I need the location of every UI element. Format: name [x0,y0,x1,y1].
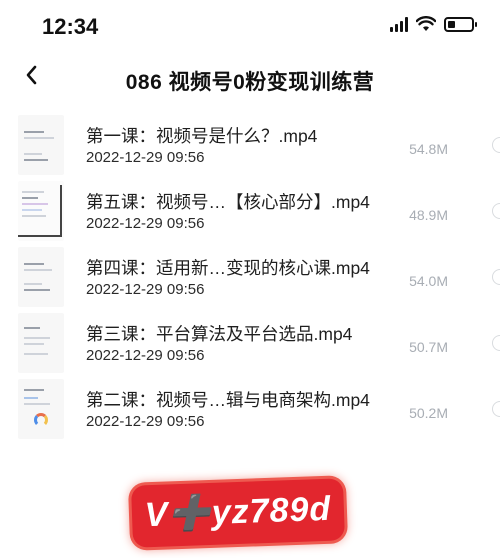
file-date: 2022-12-29 09:56 [86,413,205,430]
file-size: 48.9M [409,207,448,223]
file-name: 第一课：视频号是什么？.mp4 [86,126,318,146]
wifi-icon [416,16,436,31]
battery-level [448,20,455,28]
page-title: 086 视频号0粉变现训练营 [125,71,375,94]
select-radio[interactable] [492,269,500,285]
file-date: 2022-12-29 09:56 [86,281,205,298]
video-thumbnail [18,379,64,439]
video-thumbnail [18,181,64,241]
file-date: 2022-12-29 09:56 [86,347,205,364]
file-size: 54.8M [409,141,448,157]
file-date: 2022-12-29 09:56 [86,215,205,232]
video-thumbnail [18,313,64,373]
file-list: 第一课：视频号是什么？.mp4 2022-12-29 09:56 54.8M 第… [0,112,500,442]
file-row[interactable]: 第五课：视频号…【核心部分】.mp4 2022-12-29 09:56 48.9… [0,178,500,244]
file-row[interactable]: 第三课：平台算法及平台选品.mp4 2022-12-29 09:56 50.7M [0,310,500,376]
battery-icon [444,16,477,32]
cellular-signal-icon [390,16,408,32]
status-icons [390,16,477,32]
file-row[interactable]: 第一课：视频号是什么？.mp4 2022-12-29 09:56 54.8M [0,112,500,178]
file-date: 2022-12-29 09:56 [86,149,205,166]
file-size: 50.2M [409,405,448,421]
file-row[interactable]: 第二课：视频号…辑与电商架构.mp4 2022-12-29 09:56 50.2… [0,376,500,442]
file-name: 第五课：视频号…【核心部分】.mp4 [86,192,370,212]
file-size: 54.0M [409,273,448,289]
select-radio[interactable] [492,203,500,219]
video-thumbnail [18,247,64,307]
status-bar: 12:34 [0,0,500,52]
select-radio[interactable] [492,335,500,351]
file-size: 50.7M [409,339,448,355]
nav-bar: 086 视频号0粉变现训练营 [0,52,500,102]
watermark-stamp: V➕yz789d [130,478,346,548]
watermark-text: V➕yz789d [144,489,332,535]
file-name: 第三课：平台算法及平台选品.mp4 [86,324,353,344]
select-radio[interactable] [492,401,500,417]
select-radio[interactable] [492,137,500,153]
file-name: 第四课：适用新…变现的核心课.mp4 [86,258,370,278]
video-thumbnail [18,115,64,175]
status-time: 12:34 [42,14,99,39]
file-row[interactable]: 第四课：适用新…变现的核心课.mp4 2022-12-29 09:56 54.0… [0,244,500,310]
file-name: 第二课：视频号…辑与电商架构.mp4 [86,390,370,410]
